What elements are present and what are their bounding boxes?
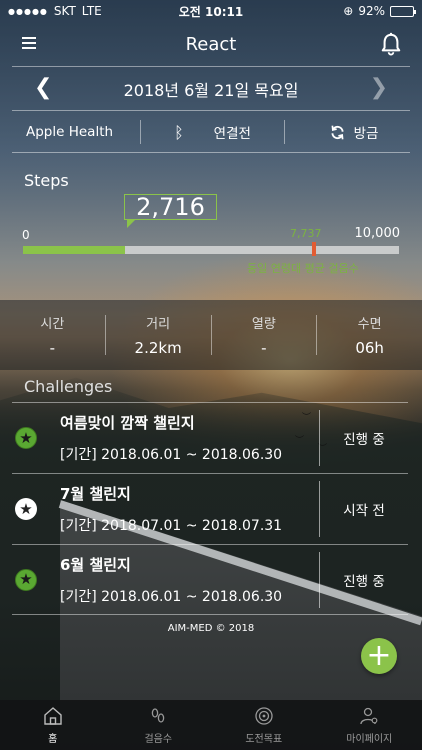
home-icon (44, 706, 62, 725)
challenge-item[interactable]: ★ 6월 챌린지 [기간] 2018.06.01 ~ 2018.06.30 진행… (12, 544, 408, 615)
star-icon: ★ (15, 427, 37, 449)
stat-label: 시간 (40, 317, 65, 332)
battery-icon (390, 5, 416, 17)
divider (12, 66, 410, 67)
stat-value: 2.2km (134, 339, 182, 357)
star-icon: ★ (15, 568, 37, 591)
tab-goals[interactable]: 도전목표 (211, 700, 317, 750)
plus-icon: + (366, 638, 392, 673)
steps-progress-bar (23, 242, 399, 256)
stat-label: 거리 (146, 317, 171, 332)
challenge-period: [기간] 2018.06.01 ~ 2018.06.30 (60, 588, 283, 605)
target-icon (255, 706, 273, 725)
steps-count: 2,716 (124, 193, 217, 228)
sync-button[interactable]: 방금 (285, 112, 422, 152)
clock: 오전 10:11 (178, 4, 244, 19)
sync-icon (331, 125, 344, 139)
stat-value: - (49, 339, 56, 357)
stat-label: 열량 (251, 317, 276, 332)
copyright: AIM-MED © 2018 (167, 623, 255, 634)
stat-sleep: 수면 06h (317, 313, 422, 357)
tab-label: 도전목표 (245, 733, 283, 745)
bell-icon[interactable] (380, 32, 402, 56)
activity-stats: 시간 - 거리 2.2km 열량 - 수면 06h (0, 300, 422, 370)
stat-distance: 거리 2.2km (106, 313, 211, 357)
steps-max-label: 10,000 (354, 226, 401, 241)
challenges-title: Challenges (24, 377, 113, 396)
star-icon: ★ (15, 498, 37, 520)
divider (12, 110, 410, 111)
stat-time: 시간 - (0, 313, 105, 357)
app-title: React (185, 33, 237, 55)
add-button[interactable]: + (361, 638, 397, 674)
challenge-period: [기간] 2018.07.01 ~ 2018.07.31 (60, 518, 283, 534)
challenge-item[interactable]: ★ 여름맞이 깜짝 챌린지 [기간] 2018.06.01 ~ 2018.06.… (12, 402, 408, 473)
date-navigator: ❮ 2018년 6월 21일 목요일 ❯ (0, 68, 422, 110)
challenge-status: 진행 중 (343, 432, 385, 448)
average-marker (311, 242, 316, 256)
challenge-name: 7월 챌린지 (60, 485, 131, 503)
user-settings-icon (360, 707, 378, 724)
stat-calories: 열량 - (212, 313, 317, 357)
connection-status-label: 연결전 (213, 126, 251, 142)
chevron-left-icon[interactable]: ❮ (34, 77, 52, 99)
health-source: Apple Health (26, 124, 114, 140)
stat-value: - (261, 339, 267, 357)
challenge-period: [기간] 2018.06.01 ~ 2018.06.30 (60, 447, 283, 463)
sync-time: 방금 (353, 126, 379, 142)
health-connection-row: Apple Health ᛒ 연결전 방금 (0, 112, 422, 152)
tab-steps[interactable]: 걸음수 (106, 700, 212, 750)
tab-mypage[interactable]: 마이페이지 (317, 700, 422, 750)
challenge-status: 진행 중 (343, 573, 385, 590)
challenge-name: 6월 챌린지 (60, 555, 131, 574)
stat-label: 수면 (357, 317, 382, 332)
chevron-right-icon[interactable]: ❯ (370, 77, 388, 99)
current-date: 2018년 6월 21일 목요일 (123, 81, 299, 100)
challenge-list: ★ 여름맞이 깜짝 챌린지 [기간] 2018.06.01 ~ 2018.06.… (12, 402, 408, 615)
tab-label: 걸음수 (144, 733, 173, 745)
status-bar: ●●●●● SKT LTE 오전 10:11 ⊕ 92% (0, 0, 422, 22)
footprints-icon (152, 707, 165, 723)
tab-bar: 홈 걸음수 도전목표 마이페이지 (0, 700, 422, 750)
challenge-status: 시작 전 (343, 503, 385, 519)
challenge-item[interactable]: ★ 7월 챌린지 [기간] 2018.07.01 ~ 2018.07.31 시작… (12, 473, 408, 544)
tab-home[interactable]: 홈 (0, 700, 106, 750)
divider (12, 152, 410, 153)
average-steps-label: 동일 연령대 평균 걸음수 (247, 262, 359, 275)
tab-label: 마이페이지 (346, 733, 393, 745)
challenge-name: 여름맞이 깜짝 챌린지 (60, 414, 195, 432)
steps-min-label: 0 (22, 228, 30, 242)
tab-label: 홈 (48, 733, 58, 745)
average-steps-value: 7,737 (290, 227, 322, 240)
stat-value: 06h (355, 339, 384, 357)
steps-label: Steps (24, 171, 69, 190)
connection-status[interactable]: ᛒ 연결전 (141, 112, 284, 152)
hamburger-menu-icon[interactable] (22, 37, 36, 49)
bluetooth-icon: ᛒ (174, 122, 184, 142)
app-header: React (0, 22, 422, 66)
steps-progress-fill (23, 246, 126, 254)
